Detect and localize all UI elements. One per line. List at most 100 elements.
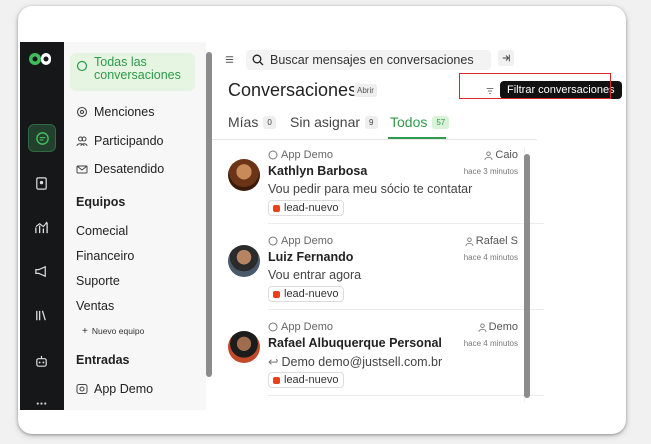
chat-icon [35, 131, 49, 145]
active-tab-indicator [388, 137, 446, 139]
reports-icon [34, 221, 48, 233]
library-nav-button[interactable] [28, 302, 54, 328]
label-tag[interactable]: lead-nuevo [268, 372, 345, 388]
last-message-text: Demo demo@justsell.com.br [281, 355, 443, 369]
chat-icon [268, 150, 278, 160]
nav-item-participating[interactable]: Participando [76, 134, 164, 148]
tab-label: Sin asignar [290, 114, 361, 130]
nav-item-unattended[interactable]: Desatendido [76, 162, 164, 176]
tag-color-dot [273, 290, 280, 298]
contacts-icon [35, 176, 47, 190]
tabs-divider [212, 139, 537, 140]
avatar [228, 331, 260, 363]
team-item[interactable]: Financeiro [76, 249, 134, 263]
assignee-name: Demo [488, 321, 518, 333]
tab-count: 9 [365, 115, 378, 129]
mail-icon [76, 165, 88, 174]
tab-all[interactable]: Todos 57 [390, 114, 450, 130]
tag-label: lead-nuevo [284, 288, 339, 300]
contacts-nav-button[interactable] [28, 170, 54, 196]
inbox-label: App Demo [94, 382, 154, 396]
contact-name: Kathlyn Barbosa [268, 164, 368, 178]
timestamp: hace 3 minutos [463, 167, 518, 176]
campaigns-icon [34, 265, 46, 277]
search-input[interactable]: Buscar mensajes en conversaciones [246, 50, 491, 70]
grid-icon [36, 402, 46, 404]
tab-unassigned[interactable]: Sin asignar 9 [290, 114, 378, 130]
people-icon [76, 136, 88, 147]
avatar [228, 159, 260, 191]
inbox-item[interactable]: App Demo [76, 382, 153, 396]
inboxes-header: Entradas [76, 353, 130, 367]
reply-icon: ↩ [268, 355, 279, 369]
team-item[interactable]: Comecial [76, 224, 128, 238]
search-placeholder: Buscar mensajes en conversaciones [270, 53, 474, 67]
inbox-source: App Demo [268, 321, 333, 333]
chat-icon [76, 384, 88, 394]
tag-color-dot [273, 376, 280, 384]
assignee: Rafael S [465, 235, 518, 247]
assignee-name: Caio [495, 149, 518, 161]
at-icon [76, 106, 88, 118]
tab-mine[interactable]: Mías 0 [228, 114, 276, 130]
inbox-label: App Demo [281, 235, 333, 247]
team-item[interactable]: Suporte [76, 274, 120, 288]
nav-item-label: Menciones [94, 105, 155, 119]
user-icon [465, 236, 474, 246]
nav-item-all-conversations[interactable]: Todas las conversaciones [76, 56, 186, 82]
assignee-name: Rafael S [475, 235, 518, 247]
menu-icon[interactable] [224, 54, 235, 65]
tab-label: Mías [228, 114, 259, 130]
teams-header: Equipos [76, 195, 126, 209]
inbox-source: App Demo [268, 149, 333, 161]
bot-icon [35, 355, 47, 367]
inbox-label: App Demo [281, 149, 333, 161]
timestamp: hace 4 minutos [463, 339, 518, 348]
timestamp: hace 4 minutos [463, 253, 518, 262]
chat-icon [268, 322, 278, 332]
inbox-label: App Demo [281, 321, 333, 333]
reports-nav-button[interactable] [28, 214, 54, 240]
library-icon [35, 310, 46, 320]
tab-label: Todos [390, 114, 428, 130]
screenshot-card: Todas las conversaciones Menciones Parti… [18, 6, 626, 434]
assignee: Caio [484, 149, 518, 161]
campaigns-nav-button[interactable] [28, 258, 54, 284]
tab-count: 57 [432, 115, 450, 129]
last-message: ↩ Demo demo@justsell.com.br [268, 354, 442, 369]
conversations-nav-button[interactable] [28, 124, 56, 152]
tag-color-dot [273, 204, 280, 212]
collapse-icon [502, 54, 510, 62]
label-tag[interactable]: lead-nuevo [268, 200, 345, 216]
more-nav-button[interactable] [28, 390, 54, 410]
page-title: Conversaciones [228, 80, 358, 100]
status-badge[interactable]: Abrir [354, 84, 377, 97]
inbox-source: App Demo [268, 235, 333, 247]
tag-label: lead-nuevo [284, 374, 339, 386]
chat-icon [76, 60, 88, 72]
list-divider [268, 395, 544, 396]
list-divider [268, 223, 544, 224]
last-message: Vou pedir para meu sócio te contatar [268, 182, 473, 196]
list-scrollbar[interactable] [524, 154, 530, 398]
nav-item-label: Desatendido [94, 162, 165, 176]
team-item[interactable]: Ventas [76, 299, 114, 313]
contact-name: Rafael Albuquerque Personal [268, 336, 442, 350]
logo-icon [29, 53, 51, 65]
nav-item-mentions[interactable]: Menciones [76, 105, 154, 119]
nav-item-label: Participando [94, 134, 164, 148]
bot-nav-button[interactable] [28, 348, 54, 374]
list-divider [268, 309, 544, 310]
nav-item-label: Todas las conversaciones [94, 55, 181, 82]
new-team-button[interactable]: + Nuevo equipo [82, 326, 144, 337]
collapse-button[interactable] [498, 50, 514, 66]
user-icon [484, 150, 493, 160]
label-tag[interactable]: lead-nuevo [268, 286, 345, 302]
last-message: Vou entrar agora [268, 268, 362, 282]
contact-name: Luiz Fernando [268, 250, 354, 264]
chat-icon [268, 236, 278, 246]
new-team-label: Nuevo equipo [91, 326, 145, 336]
avatar [228, 245, 260, 277]
user-icon [478, 322, 487, 332]
icon-rail [20, 42, 64, 410]
